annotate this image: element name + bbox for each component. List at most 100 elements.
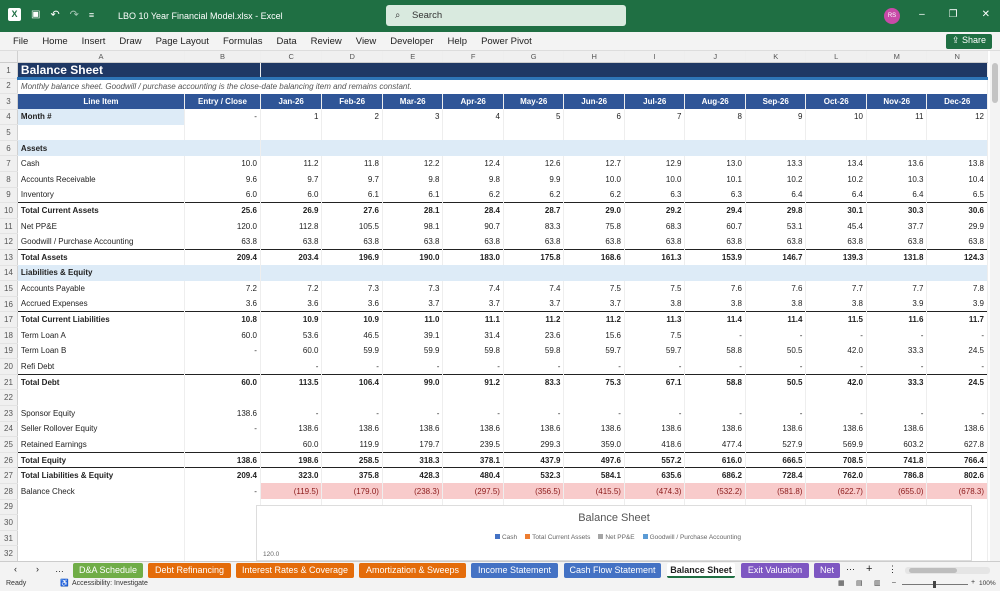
cell[interactable]: 37.7 [866,218,928,234]
cell[interactable]: 6.2 [503,187,565,203]
cell[interactable]: Accounts Payable [17,280,186,297]
cell[interactable]: - [382,358,444,375]
cell[interactable] [184,499,261,515]
cell[interactable]: Month # [17,109,186,125]
cell[interactable]: 106.4 [321,373,383,390]
cell[interactable]: 11.2 [563,311,625,328]
cell[interactable]: 7.8 [926,280,988,297]
cell[interactable]: 7.5 [624,327,686,344]
cell[interactable]: 299.3 [503,436,565,453]
cell[interactable]: 12.6 [503,155,565,172]
cell[interactable]: 30.3 [866,202,928,219]
cell[interactable] [805,124,867,141]
menu-power-pivot[interactable]: Power Pivot [481,36,532,47]
cell[interactable]: 6.2 [563,187,625,203]
column-header[interactable]: G [503,51,565,63]
cell[interactable]: 12.9 [624,155,686,172]
column-header[interactable]: K [745,51,807,63]
cell[interactable]: (655.0) [866,483,928,500]
sheet-tab-net[interactable]: Net [814,563,840,578]
menu-insert[interactable]: Insert [82,36,106,47]
cell[interactable]: - [684,358,746,375]
cell[interactable]: - [503,358,565,375]
cell[interactable] [745,124,807,141]
cell[interactable]: - [321,358,383,375]
cell[interactable]: Accrued Expenses [17,296,186,312]
cell[interactable] [442,389,504,406]
cell[interactable]: 63.8 [382,233,444,250]
cell[interactable] [563,389,625,406]
cell[interactable]: 153.9 [684,249,746,266]
cell[interactable]: 11.0 [382,311,444,328]
column-header[interactable]: C [260,51,323,63]
cell[interactable]: 30.6 [926,202,988,219]
cell[interactable]: 569.9 [805,436,867,453]
cell[interactable]: - [926,327,988,344]
cell[interactable]: 584.1 [563,467,625,484]
cell[interactable]: - [442,405,504,422]
cell[interactable]: 10.8 [184,311,261,328]
cell[interactable]: Inventory [17,187,186,203]
cell[interactable]: (581.8) [745,483,807,500]
cell[interactable]: - [805,327,867,344]
cell[interactable]: 10.3 [866,171,928,188]
column-header[interactable]: J [684,51,746,63]
cell[interactable] [184,545,261,561]
cell[interactable]: 39.1 [382,327,444,344]
cell[interactable]: 83.3 [503,373,565,390]
cell[interactable]: 60.7 [684,218,746,234]
cell[interactable]: 11.1 [442,311,504,328]
cell[interactable]: 527.9 [745,436,807,453]
menu-formulas[interactable]: Formulas [223,36,263,47]
cell[interactable]: 31.4 [442,327,504,344]
cell[interactable]: 323.0 [260,467,323,484]
close-icon[interactable]: ✕ [982,9,990,20]
row-header[interactable]: 11 [0,218,18,235]
cell[interactable]: (678.3) [926,483,988,500]
cell[interactable] [260,265,989,281]
cell[interactable]: Nov-26 [866,93,928,110]
cell[interactable] [260,140,989,156]
cell[interactable]: - [563,358,625,375]
cell[interactable]: 58.8 [684,343,746,359]
row-header[interactable]: 18 [0,327,18,344]
row-header[interactable]: 10 [0,202,18,219]
cell[interactable]: Sponsor Equity [17,405,186,422]
cell[interactable]: 741.8 [866,451,928,468]
cell[interactable] [17,514,186,531]
cell[interactable]: 12.4 [442,155,504,172]
select-all-corner[interactable] [0,51,18,63]
cell[interactable]: 209.4 [184,467,261,484]
cell[interactable]: - [684,327,746,344]
cell[interactable] [184,124,261,141]
cell[interactable]: 198.6 [260,451,323,468]
cell[interactable]: 13.4 [805,155,867,172]
menu-file[interactable]: File [13,36,28,47]
cell[interactable] [184,530,261,546]
row-header[interactable]: 14 [0,265,18,282]
cell[interactable]: (119.5) [260,483,323,500]
cell[interactable]: 9.6 [184,171,261,188]
cell[interactable]: Feb-26 [321,93,383,110]
normal-view-icon[interactable]: ▦ [838,579,845,587]
cell[interactable]: 686.2 [684,467,746,484]
cell[interactable]: 5 [503,109,565,125]
row-header[interactable]: 29 [0,499,18,516]
cell[interactable]: 3.7 [442,296,504,312]
cell[interactable]: 10.4 [926,171,988,188]
cell[interactable]: 480.4 [442,467,504,484]
row-header[interactable]: 5 [0,124,18,141]
cell[interactable]: 60.0 [184,373,261,390]
cell[interactable]: 3.7 [382,296,444,312]
sheet-tab-amortization-sweeps[interactable]: Amortization & Sweeps [359,563,466,578]
column-header[interactable]: N [926,51,988,63]
cell[interactable]: 11.4 [684,311,746,328]
cell[interactable]: 63.8 [503,233,565,250]
cell[interactable]: Total Equity [17,451,186,468]
accessibility-status[interactable]: Accessibility: Investigate [72,580,148,587]
cell[interactable]: 63.8 [926,233,988,250]
cell[interactable]: 63.8 [184,233,261,250]
cell[interactable]: 7 [624,109,686,125]
cell[interactable]: 138.6 [684,421,746,437]
cell[interactable] [503,389,565,406]
